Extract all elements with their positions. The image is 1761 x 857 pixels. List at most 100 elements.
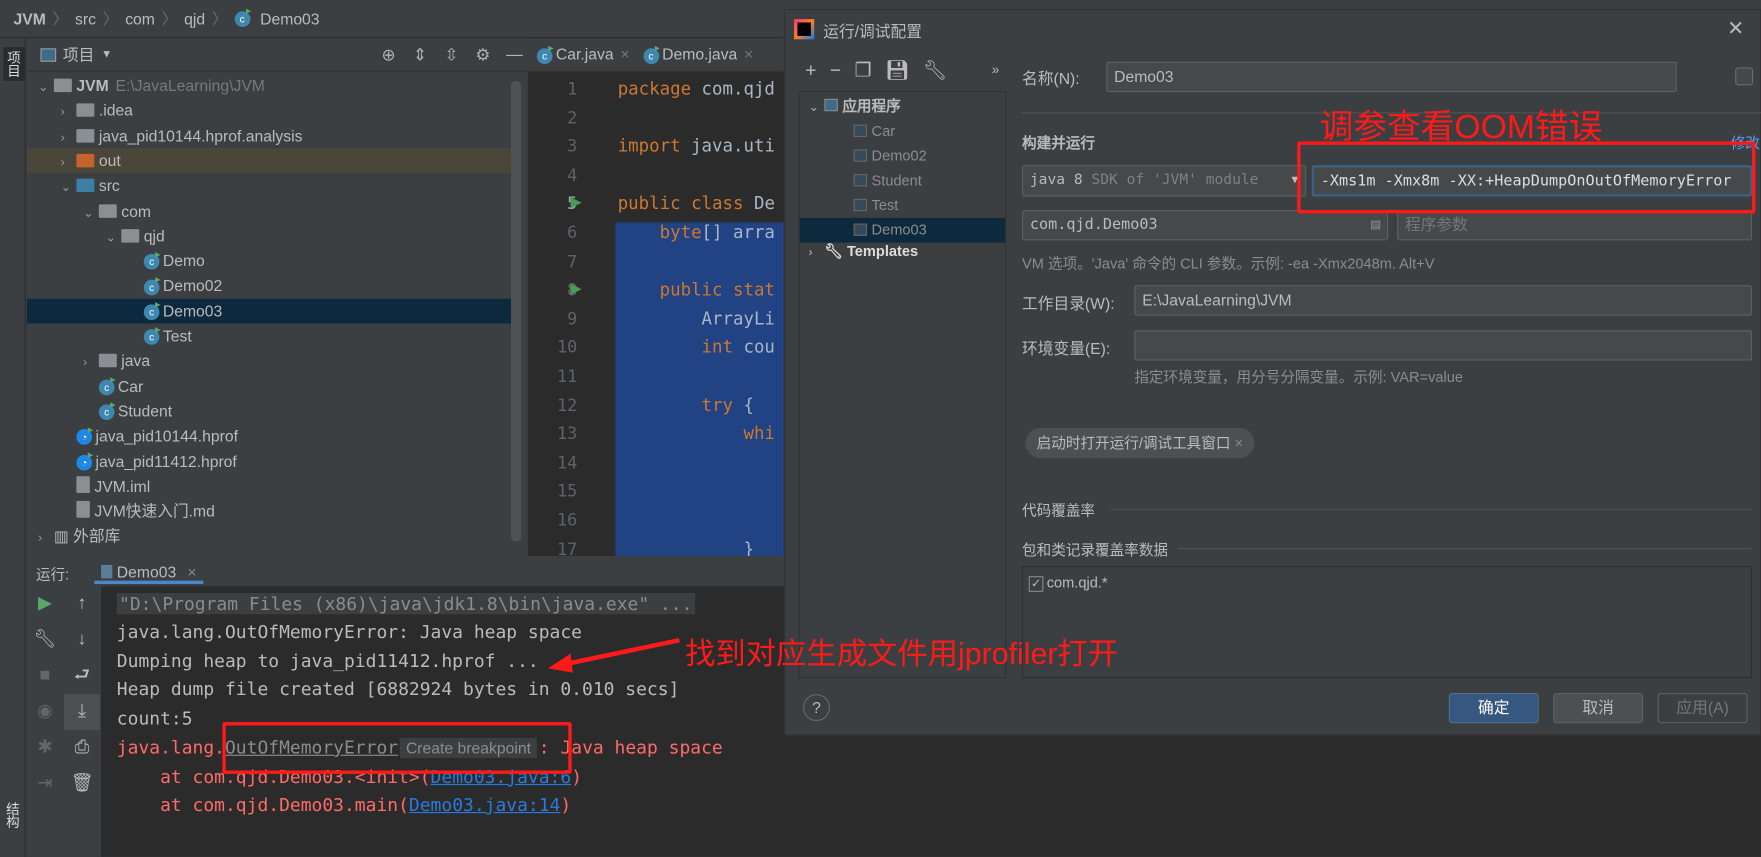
editor-tab[interactable]: c Car.java ×	[536, 45, 630, 64]
tree-item[interactable]: c Demo	[27, 248, 512, 273]
breadcrumb-item[interactable]: com	[125, 10, 155, 28]
bug-icon[interactable]: ✱	[27, 730, 63, 766]
breadcrumb-item[interactable]: src	[75, 10, 96, 28]
ok-button[interactable]: 确定	[1448, 692, 1539, 724]
login-icon[interactable]: ⇥	[27, 766, 63, 802]
open-tool-window-chip[interactable]: 启动时打开运行/调试工具窗口 ×	[1025, 427, 1255, 459]
close-icon[interactable]: ×	[744, 45, 753, 63]
scrollbar[interactable]	[511, 80, 522, 542]
breadcrumb-item[interactable]: Demo03	[260, 10, 319, 28]
tree-item[interactable]: › .idea	[27, 98, 512, 123]
program-args-input[interactable]: 程序参数	[1397, 210, 1753, 241]
expand-all-icon[interactable]: ⇕	[408, 44, 433, 64]
more-icon[interactable]: »	[992, 62, 1000, 78]
breadcrumb-item[interactable]: JVM	[13, 10, 45, 28]
collapse-all-icon[interactable]: ⇳	[439, 44, 464, 64]
cancel-button[interactable]: 取消	[1553, 692, 1644, 724]
structure-tool-tab[interactable]: 结构	[3, 802, 22, 829]
arrow-down-icon[interactable]: ↓	[64, 622, 100, 658]
close-icon[interactable]: ×	[620, 45, 629, 63]
chevron-down-icon[interactable]: ⌄	[106, 226, 122, 251]
scroll-to-end-icon[interactable]: ⤓	[64, 694, 100, 731]
run-tab-demo03[interactable]: Demo03 ×	[94, 559, 204, 585]
console-command-line: "D:\Program Files (x86)\java\jdk1.8\bin\…	[116, 592, 695, 615]
chevron-down-icon[interactable]: ▼	[101, 48, 112, 60]
rerun-icon[interactable]: ▶	[27, 586, 63, 622]
chevron-down-icon[interactable]: ⌄	[83, 200, 99, 225]
tree-item[interactable]: ⌄ com	[27, 198, 512, 223]
wrench-icon[interactable]: 🔧︎	[923, 60, 947, 82]
breadcrumb-item[interactable]: qjd	[184, 10, 205, 28]
main-class-input[interactable]: com.qjd.Demo03 ▤	[1022, 210, 1389, 241]
project-tool-tab[interactable]: 项目	[3, 47, 25, 81]
chevron-down-icon[interactable]: ⌄	[61, 175, 77, 200]
soft-wrap-icon[interactable]: ⮐	[64, 658, 100, 694]
add-icon[interactable]: +	[805, 60, 816, 82]
tree-item[interactable]: JVM.iml	[27, 474, 512, 499]
config-item-label: Student	[871, 171, 922, 189]
workdir-input[interactable]: E:\JavaLearning\JVM	[1134, 285, 1753, 316]
close-icon[interactable]: ×	[1235, 435, 1244, 452]
name-input[interactable]: Demo03	[1106, 61, 1677, 93]
copy-icon[interactable]: ❐	[855, 60, 872, 82]
env-input[interactable]	[1134, 330, 1753, 361]
code-token: public class	[617, 193, 754, 214]
chevron-right-icon[interactable]: ›	[61, 150, 77, 175]
package-icon	[98, 354, 117, 368]
close-icon[interactable]: ✕	[1727, 17, 1744, 41]
stop-icon[interactable]: ■	[27, 658, 63, 694]
browse-icon[interactable]: ▤	[1371, 211, 1380, 239]
tree-item[interactable]: › java_pid10144.hprof.analysis	[27, 123, 512, 148]
tree-item[interactable]: ◔ java_pid11412.hprof	[27, 449, 512, 474]
tree-item[interactable]: ⌄ src	[27, 173, 512, 198]
arrow-up-icon[interactable]: ↑	[64, 586, 100, 622]
checkbox-checked-icon[interactable]: ✓	[1028, 576, 1044, 592]
camera-icon[interactable]: ◉	[27, 694, 63, 730]
chevron-down-icon[interactable]: ⌄	[38, 75, 54, 100]
run-gutter-icon[interactable]: ▶	[571, 280, 582, 298]
coverage-item[interactable]: ✓ com.qjd.*	[1028, 574, 1108, 592]
locate-icon[interactable]: ⊕	[376, 44, 401, 64]
save-icon[interactable]: 💾︎	[885, 60, 909, 82]
chevron-right-icon[interactable]: ›	[61, 125, 77, 150]
tree-item[interactable]: c Car	[27, 374, 512, 399]
run-gutter-icon[interactable]: ▶	[571, 194, 582, 212]
jre-select[interactable]: java 8 SDK of 'JVM' module ▼	[1022, 165, 1307, 197]
code-area[interactable]: 1 package com.qjd 2 3 import java.uti 4 5 ▶ publ…	[528, 72, 784, 593]
tree-item[interactable]: › ▥ 外部库	[27, 524, 512, 549]
tree-item[interactable]: › out	[26, 148, 513, 175]
close-icon[interactable]: ×	[187, 563, 196, 581]
project-view-selector[interactable]: 项目	[63, 43, 94, 65]
config-item[interactable]: Car	[800, 119, 1006, 144]
gear-icon[interactable]: ⚙	[471, 44, 496, 64]
config-item[interactable]: Demo02	[800, 144, 1006, 169]
tree-item[interactable]: › java	[27, 348, 512, 373]
config-item[interactable]: Test	[800, 193, 1006, 218]
tree-group-application[interactable]: ⌄ 应用程序	[809, 94, 901, 115]
chevron-right-icon[interactable]: ›	[83, 351, 99, 376]
remove-icon[interactable]: −	[830, 60, 841, 82]
store-as-file-checkbox[interactable]	[1735, 67, 1754, 86]
tree-item[interactable]: c Demo03	[26, 298, 513, 324]
config-item[interactable]: Demo03	[799, 217, 1006, 243]
source-link[interactable]: Demo03.java:14	[409, 794, 560, 815]
tree-item[interactable]: c Student	[27, 399, 512, 424]
tree-item[interactable]: ⌄ JVM E:\JavaLearning\JVM	[27, 73, 512, 98]
tree-item[interactable]: c Demo02	[27, 273, 512, 298]
print-icon[interactable]: ⎙	[64, 730, 100, 766]
trash-icon[interactable]: 🗑︎	[64, 766, 100, 802]
config-item[interactable]: Student	[800, 168, 1006, 193]
apply-button[interactable]: 应用(A)	[1657, 692, 1748, 724]
tree-item[interactable]: c Test	[27, 323, 512, 348]
minimize-icon[interactable]: —	[502, 45, 527, 64]
editor-tab[interactable]: c Demo.java ×	[643, 45, 753, 64]
help-icon[interactable]: ?	[803, 694, 830, 722]
folder-icon	[76, 103, 95, 118]
tree-templates[interactable]: › 🔧︎ Templates	[809, 243, 918, 261]
chevron-right-icon[interactable]: ›	[38, 526, 54, 551]
wrench-icon[interactable]: 🔧︎	[27, 622, 63, 658]
tree-item[interactable]: ◔ java_pid10144.hprof	[27, 424, 512, 449]
chevron-right-icon[interactable]: ›	[61, 100, 77, 125]
tree-item[interactable]: JVM快速入门.md	[27, 499, 512, 524]
tree-item[interactable]: ⌄ qjd	[27, 223, 512, 248]
